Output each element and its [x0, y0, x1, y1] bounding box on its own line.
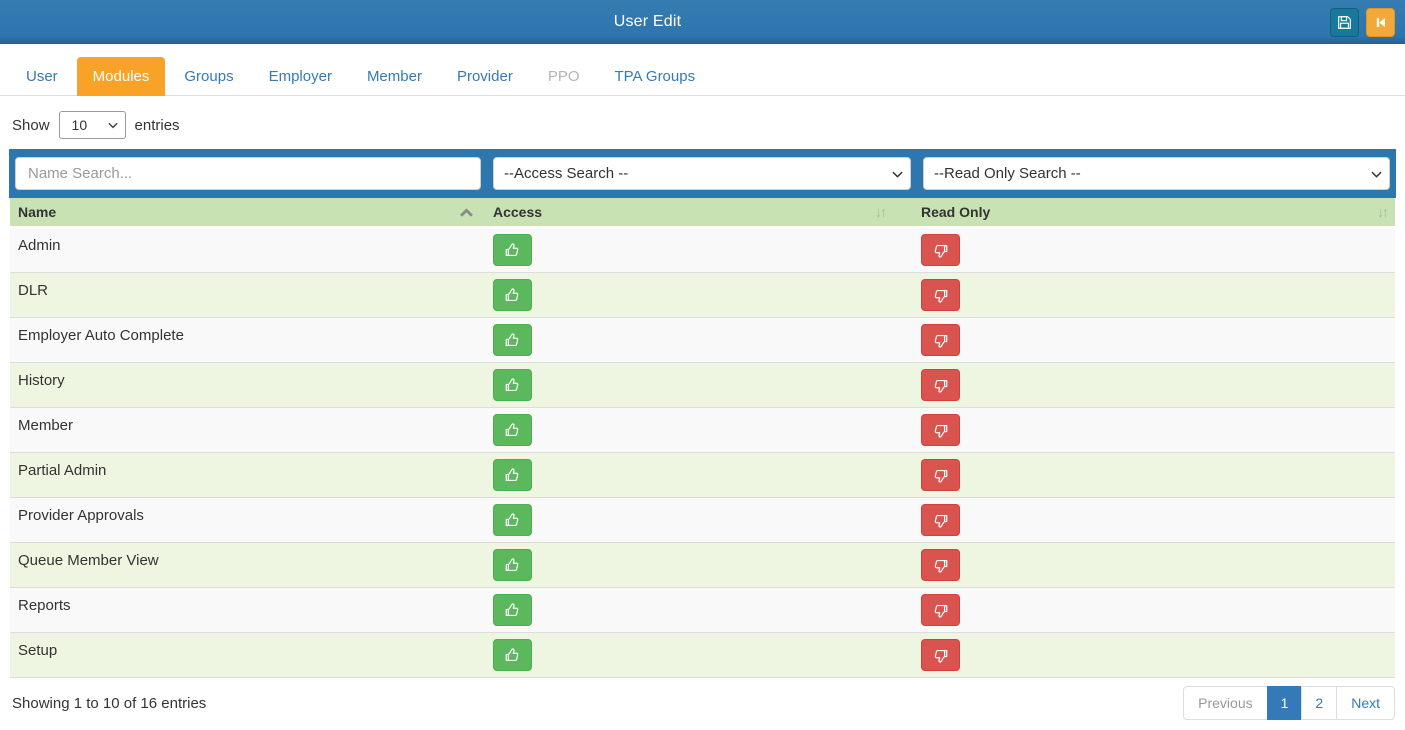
thumbs-up-icon: [504, 422, 521, 439]
readonly-thumbs-down-button[interactable]: [921, 234, 960, 266]
thumbs-down-icon: [932, 287, 949, 304]
back-button[interactable]: [1366, 8, 1395, 37]
table-row: Member: [10, 408, 1395, 453]
readonly-search-select[interactable]: --Read Only Search --: [923, 157, 1390, 190]
sort-unsorted-icon: ↓↑: [1377, 204, 1387, 220]
table-row: History: [10, 363, 1395, 408]
module-name: Reports: [10, 588, 485, 632]
column-header-name[interactable]: Name: [10, 198, 485, 226]
window-titlebar: User Edit: [0, 0, 1405, 44]
thumbs-up-icon: [504, 512, 521, 529]
readonly-thumbs-down-button[interactable]: [921, 324, 960, 356]
module-name: Employer Auto Complete: [10, 318, 485, 362]
module-name: Provider Approvals: [10, 498, 485, 542]
thumbs-up-icon: [504, 377, 521, 394]
tab-user[interactable]: User: [10, 57, 74, 96]
page-title: User Edit: [614, 13, 682, 31]
modules-table: Name Access ↓↑ Read Only ↓↑ Admin DLR Em…: [10, 198, 1395, 678]
readonly-thumbs-down-button[interactable]: [921, 594, 960, 626]
readonly-thumbs-down-button[interactable]: [921, 459, 960, 491]
access-thumbs-up-button[interactable]: [493, 414, 532, 446]
access-thumbs-up-button[interactable]: [493, 324, 532, 356]
thumbs-down-icon: [932, 467, 949, 484]
access-thumbs-up-button[interactable]: [493, 549, 532, 581]
access-thumbs-up-button[interactable]: [493, 639, 532, 671]
module-name: Member: [10, 408, 485, 452]
thumbs-down-icon: [932, 647, 949, 664]
access-thumbs-up-button[interactable]: [493, 594, 532, 626]
access-thumbs-up-button[interactable]: [493, 504, 532, 536]
readonly-thumbs-down-button[interactable]: [921, 639, 960, 671]
pagination-page-1-button[interactable]: 1: [1267, 686, 1303, 720]
thumbs-down-icon: [932, 242, 949, 259]
entries-per-page-select[interactable]: 10: [59, 111, 126, 139]
access-thumbs-up-button[interactable]: [493, 279, 532, 311]
thumbs-up-icon: [504, 557, 521, 574]
access-thumbs-up-button[interactable]: [493, 369, 532, 401]
table-row: Partial Admin: [10, 453, 1395, 498]
table-row: Queue Member View: [10, 543, 1395, 588]
table-row: Employer Auto Complete: [10, 318, 1395, 363]
sort-asc-icon: [460, 208, 473, 217]
tab-member[interactable]: Member: [351, 57, 438, 96]
access-thumbs-up-button[interactable]: [493, 234, 532, 266]
table-row: Setup: [10, 633, 1395, 678]
thumbs-down-icon: [932, 332, 949, 349]
step-backward-icon: [1374, 16, 1387, 29]
readonly-thumbs-down-button[interactable]: [921, 369, 960, 401]
table-row: Provider Approvals: [10, 498, 1395, 543]
thumbs-up-icon: [504, 602, 521, 619]
thumbs-up-icon: [504, 332, 521, 349]
pagination-page-2-button[interactable]: 2: [1301, 686, 1337, 720]
thumbs-up-icon: [504, 287, 521, 304]
table-footer: Showing 1 to 10 of 16 entries Previous 1…: [12, 686, 1395, 720]
entries-length-control: Show 10 entries: [12, 111, 1405, 139]
readonly-thumbs-down-button[interactable]: [921, 279, 960, 311]
module-name: History: [10, 363, 485, 407]
access-search-select[interactable]: --Access Search --: [493, 157, 911, 190]
module-name: Queue Member View: [10, 543, 485, 587]
module-name: Setup: [10, 633, 485, 677]
thumbs-up-icon: [504, 647, 521, 664]
module-name: Partial Admin: [10, 453, 485, 497]
thumbs-down-icon: [932, 377, 949, 394]
column-header-read-only[interactable]: Read Only ↓↑: [913, 198, 1395, 226]
pagination: Previous 1 2 Next: [1184, 686, 1395, 720]
save-icon: [1337, 15, 1352, 30]
tab-ppo[interactable]: PPO: [532, 57, 596, 96]
table-row: Admin: [10, 228, 1395, 273]
table-row: Reports: [10, 588, 1395, 633]
sort-unsorted-icon: ↓↑: [875, 204, 885, 220]
readonly-thumbs-down-button[interactable]: [921, 549, 960, 581]
column-header-access[interactable]: Access ↓↑: [485, 198, 913, 226]
tab-bar: User Modules Groups Employer Member Prov…: [0, 56, 1405, 96]
thumbs-down-icon: [932, 602, 949, 619]
tab-tpa-groups[interactable]: TPA Groups: [599, 57, 712, 96]
entries-label: entries: [135, 117, 180, 134]
thumbs-down-icon: [932, 557, 949, 574]
thumbs-up-icon: [504, 467, 521, 484]
tab-employer[interactable]: Employer: [253, 57, 348, 96]
table-header-row: Name Access ↓↑ Read Only ↓↑: [10, 198, 1395, 228]
show-label: Show: [12, 117, 50, 134]
tab-groups[interactable]: Groups: [168, 57, 249, 96]
module-name: Admin: [10, 228, 485, 272]
readonly-thumbs-down-button[interactable]: [921, 414, 960, 446]
thumbs-up-icon: [504, 242, 521, 259]
pagination-previous-button[interactable]: Previous: [1183, 686, 1267, 720]
entries-info: Showing 1 to 10 of 16 entries: [12, 695, 206, 712]
pagination-next-button[interactable]: Next: [1336, 686, 1395, 720]
module-name: DLR: [10, 273, 485, 317]
name-search-input[interactable]: [15, 157, 481, 190]
tab-provider[interactable]: Provider: [441, 57, 529, 96]
readonly-thumbs-down-button[interactable]: [921, 504, 960, 536]
table-row: DLR: [10, 273, 1395, 318]
titlebar-actions: [1330, 8, 1395, 37]
save-button[interactable]: [1330, 8, 1359, 37]
access-thumbs-up-button[interactable]: [493, 459, 532, 491]
thumbs-down-icon: [932, 422, 949, 439]
filter-bar: --Access Search -- --Read Only Search --: [9, 149, 1396, 198]
thumbs-down-icon: [932, 512, 949, 529]
tab-modules[interactable]: Modules: [77, 57, 166, 96]
